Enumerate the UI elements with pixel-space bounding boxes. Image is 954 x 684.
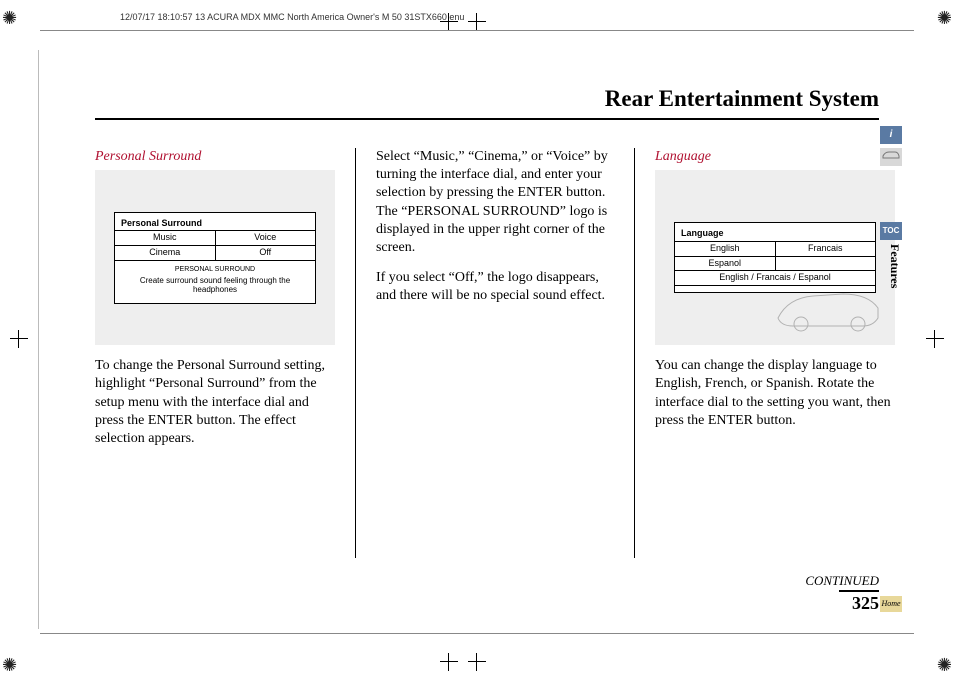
column-3: Language Language English Francais Espan… bbox=[655, 148, 895, 558]
registration-mark-icon: ✺ bbox=[2, 655, 17, 676]
body-text: To change the Personal Surround setting,… bbox=[95, 357, 335, 448]
option-cinema: Cinema bbox=[115, 246, 216, 260]
crop-cross-icon bbox=[440, 13, 458, 31]
tab-toc[interactable]: TOC bbox=[880, 222, 902, 240]
registration-mark-icon: ✺ bbox=[937, 8, 952, 29]
section-heading-personal-surround: Personal Surround bbox=[95, 148, 335, 166]
body-columns: Personal Surround Personal Surround Musi… bbox=[95, 148, 895, 558]
screen-title: Language bbox=[675, 227, 875, 242]
personal-surround-logo: PERSONAL SURROUND bbox=[115, 265, 315, 274]
hairline-rule bbox=[40, 30, 914, 31]
option-voice: Voice bbox=[216, 231, 316, 245]
crop-cross-icon bbox=[926, 330, 944, 348]
title-rule bbox=[95, 118, 879, 120]
crop-cross-icon bbox=[440, 653, 458, 671]
option-music: Music bbox=[115, 231, 216, 245]
tab-info-icon[interactable]: i bbox=[880, 126, 902, 144]
hairline-rule bbox=[40, 633, 914, 634]
blank-cell bbox=[776, 257, 876, 271]
illustration-language: Language English Francais Espanol Englis… bbox=[655, 170, 895, 345]
crop-cross-icon bbox=[468, 653, 486, 671]
option-espanol: Espanol bbox=[675, 257, 776, 271]
print-header: 12/07/17 18:10:57 13 ACURA MDX MMC North… bbox=[120, 12, 464, 22]
screen-mock-personal-surround: Personal Surround Music Voice Cinema Off… bbox=[114, 212, 316, 304]
tab-vehicle-icon[interactable] bbox=[880, 148, 902, 166]
continued-label: CONTINUED bbox=[805, 573, 879, 589]
screen-caption: Create surround sound feeling through th… bbox=[115, 274, 315, 297]
crop-cross-icon bbox=[468, 13, 486, 31]
section-side-label: Features bbox=[887, 244, 902, 288]
hairline-rule bbox=[38, 50, 39, 629]
column-1: Personal Surround Personal Surround Musi… bbox=[95, 148, 335, 558]
registration-mark-icon: ✺ bbox=[2, 8, 17, 29]
section-heading-language: Language bbox=[655, 148, 895, 166]
body-text: If you select “Off,” the logo disappears… bbox=[376, 269, 614, 305]
crop-cross-icon bbox=[10, 330, 28, 348]
body-text: You can change the display language to E… bbox=[655, 357, 895, 430]
column-2: Select “Music,” “Cinema,” or “Voice” by … bbox=[376, 148, 614, 558]
option-off: Off bbox=[216, 246, 316, 260]
illustration-personal-surround: Personal Surround Music Voice Cinema Off… bbox=[95, 170, 335, 345]
screen-title: Personal Surround bbox=[115, 217, 315, 232]
column-separator bbox=[355, 148, 356, 558]
page-number: 325 bbox=[852, 593, 879, 614]
registration-mark-icon: ✺ bbox=[937, 655, 952, 676]
body-text: Select “Music,” “Cinema,” or “Voice” by … bbox=[376, 148, 614, 257]
option-francais: Francais bbox=[776, 242, 876, 256]
page-title: Rear Entertainment System bbox=[605, 86, 879, 112]
vehicle-outline-icon bbox=[773, 278, 883, 333]
option-english: English bbox=[675, 242, 776, 256]
page-number-rule bbox=[839, 590, 879, 592]
column-separator bbox=[634, 148, 635, 558]
tab-home[interactable]: Home bbox=[880, 596, 902, 612]
